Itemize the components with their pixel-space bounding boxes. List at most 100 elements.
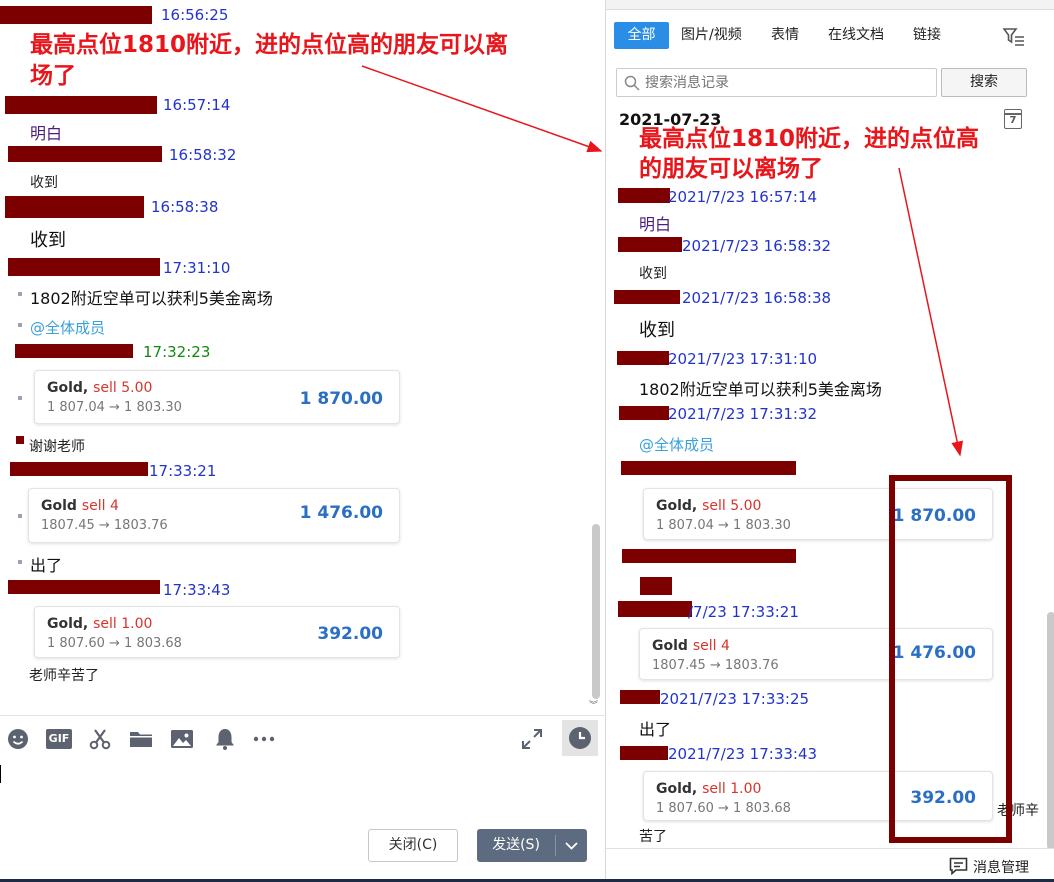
redacted-sender bbox=[618, 237, 682, 252]
message-time: 17:32:23 bbox=[143, 343, 211, 361]
message-manage-icon[interactable] bbox=[949, 857, 968, 875]
redacted-sender bbox=[10, 462, 148, 476]
history-titlebar bbox=[606, 0, 1054, 10]
message-time: 17:31:10 bbox=[163, 259, 231, 277]
tab-media[interactable]: 图片/视频 bbox=[681, 22, 742, 49]
trade-card[interactable]: Gold, sell 5.00 1 807.04 → 1 803.30 1 87… bbox=[643, 488, 993, 540]
redacted-sender bbox=[621, 461, 796, 475]
header-spacer bbox=[606, 98, 1046, 134]
send-button[interactable]: 发送(S) bbox=[477, 829, 587, 862]
trade-range: 1 807.60 → 1 803.68 bbox=[656, 801, 791, 816]
redacted-sender bbox=[618, 601, 692, 617]
trade-range: 1807.45 → 1803.76 bbox=[41, 518, 168, 533]
redacted-sender bbox=[617, 351, 669, 365]
trade-symbol: Gold, sell 5.00 bbox=[47, 380, 153, 396]
folder-icon[interactable] bbox=[129, 727, 153, 751]
redacted-sender bbox=[8, 258, 160, 276]
clock-icon bbox=[569, 727, 591, 749]
message-text: 1802附近空单可以获利5美金离场 bbox=[639, 380, 882, 399]
chat-message-list[interactable]: 16:56:25 最高点位1810附近，进的点位高的朋友可以离 场了 16:57… bbox=[0, 0, 604, 715]
bullet-marker bbox=[18, 292, 22, 296]
message-text: 收到 bbox=[30, 175, 58, 191]
message-time: 2021/7/23 17:33:25 bbox=[660, 690, 810, 708]
message-text: 老师辛 bbox=[997, 803, 1039, 819]
trade-symbol: Gold sell 4 bbox=[652, 638, 730, 654]
message-time: 16:58:32 bbox=[169, 146, 237, 164]
redacted-sender bbox=[15, 344, 133, 358]
trade-card[interactable]: Gold, sell 1.00 1 807.60 → 1 803.68 392.… bbox=[643, 771, 993, 821]
message-time: /7/23 17:33:21 bbox=[688, 603, 799, 621]
chat-scrollbar[interactable] bbox=[592, 524, 600, 699]
tab-links[interactable]: 链接 bbox=[913, 22, 941, 49]
annotation-banner: 最高点位1810附近，进的点位高的朋友可以离 场了 bbox=[30, 30, 508, 92]
tab-docs[interactable]: 在线文档 bbox=[828, 22, 884, 49]
redacted-sender bbox=[614, 290, 680, 304]
message-time: 2021/7/23 17:33:43 bbox=[668, 745, 818, 763]
trade-symbol: Gold, sell 1.00 bbox=[656, 781, 762, 797]
bullet-marker bbox=[18, 396, 22, 400]
message-text: 收到 bbox=[639, 266, 667, 282]
trade-card[interactable]: Gold sell 4 1807.45 → 1803.76 1 476.00 bbox=[28, 488, 400, 543]
search-input[interactable] bbox=[645, 73, 925, 93]
trade-card[interactable]: Gold, sell 1.00 1 807.60 → 1 803.68 392.… bbox=[34, 606, 400, 658]
redacted-sender bbox=[8, 580, 160, 594]
history-toggle[interactable] bbox=[562, 720, 598, 756]
redacted-sender bbox=[0, 6, 152, 24]
message-time: 2021/7/23 16:58:38 bbox=[682, 289, 832, 307]
message-time: 16:57:14 bbox=[163, 96, 231, 114]
history-panel: 全部 图片/视频 表情 在线文档 链接 搜索 2021-07-23 7 最高点位… bbox=[605, 0, 1054, 882]
scroll-down-icon[interactable]: ︾ bbox=[589, 698, 598, 711]
send-button-label: 发送(S) bbox=[492, 837, 540, 853]
history-search bbox=[616, 68, 937, 97]
message-text: 谢谢老师 bbox=[29, 439, 85, 455]
redacted-text bbox=[640, 577, 672, 595]
filter-icon[interactable] bbox=[1003, 27, 1025, 47]
annotation-banner-line2: 的朋友可以离场了 bbox=[639, 156, 823, 182]
gif-icon[interactable]: GIF bbox=[46, 729, 72, 749]
annotation-banner-line2: 场了 bbox=[30, 63, 76, 89]
text-caret bbox=[0, 765, 1, 783]
redacted-sender bbox=[8, 146, 162, 162]
history-scrollbar[interactable] bbox=[1047, 612, 1054, 850]
trade-profit: 1 476.00 bbox=[892, 643, 976, 663]
trade-profit: 1 476.00 bbox=[299, 503, 383, 523]
message-input[interactable] bbox=[0, 762, 604, 822]
chevron-down-icon[interactable] bbox=[556, 829, 587, 862]
message-manage-label[interactable]: 消息管理 bbox=[973, 857, 1029, 877]
trade-card[interactable]: Gold, sell 5.00 1 807.04 → 1 803.30 1 87… bbox=[34, 370, 400, 424]
tab-all[interactable]: 全部 bbox=[614, 22, 669, 49]
message-time: 2021/7/23 17:31:10 bbox=[668, 350, 818, 368]
search-button[interactable]: 搜索 bbox=[941, 68, 1027, 97]
annotation-banner-line1: 最高点位1810附近，进的点位高的朋友可以离 bbox=[30, 32, 509, 58]
trade-range: 1807.45 → 1803.76 bbox=[652, 658, 779, 673]
chat-window: 16:56:25 最高点位1810附近，进的点位高的朋友可以离 场了 16:57… bbox=[0, 0, 604, 882]
scissors-icon[interactable] bbox=[88, 727, 112, 751]
message-time: 17:33:21 bbox=[149, 462, 217, 480]
close-button[interactable]: 关闭(C) bbox=[368, 829, 458, 862]
emoji-icon[interactable] bbox=[6, 727, 30, 751]
trade-range: 1 807.04 → 1 803.30 bbox=[47, 400, 182, 415]
chat-divider bbox=[0, 715, 604, 716]
trade-profit: 1 870.00 bbox=[892, 506, 976, 526]
mention-all[interactable]: @全体成员 bbox=[639, 434, 714, 455]
more-icon[interactable] bbox=[252, 727, 276, 751]
message-time: 2021/7/23 16:58:32 bbox=[682, 237, 832, 255]
history-footer: 消息管理 bbox=[606, 848, 1054, 882]
expand-icon[interactable] bbox=[520, 727, 544, 751]
message-text: 苦了 bbox=[639, 829, 667, 845]
trade-range: 1 807.60 → 1 803.68 bbox=[47, 636, 182, 651]
mention-all[interactable]: @全体成员 bbox=[30, 317, 105, 338]
trade-symbol: Gold, sell 1.00 bbox=[47, 616, 153, 632]
chat-toolbar: GIF bbox=[0, 720, 604, 760]
message-text: 老师辛苦了 bbox=[29, 668, 99, 684]
message-time: 17:33:43 bbox=[163, 581, 231, 599]
redacted-sender bbox=[5, 96, 157, 114]
trade-card[interactable]: Gold sell 4 1807.45 → 1803.76 1 476.00 bbox=[639, 628, 993, 680]
search-icon bbox=[624, 75, 640, 91]
message-text: 出了 bbox=[639, 720, 672, 739]
image-icon[interactable] bbox=[170, 727, 194, 751]
redacted-sender bbox=[5, 196, 144, 218]
message-time: 16:58:38 bbox=[151, 198, 219, 216]
tab-stickers[interactable]: 表情 bbox=[771, 22, 799, 49]
bell-icon[interactable] bbox=[213, 727, 237, 751]
